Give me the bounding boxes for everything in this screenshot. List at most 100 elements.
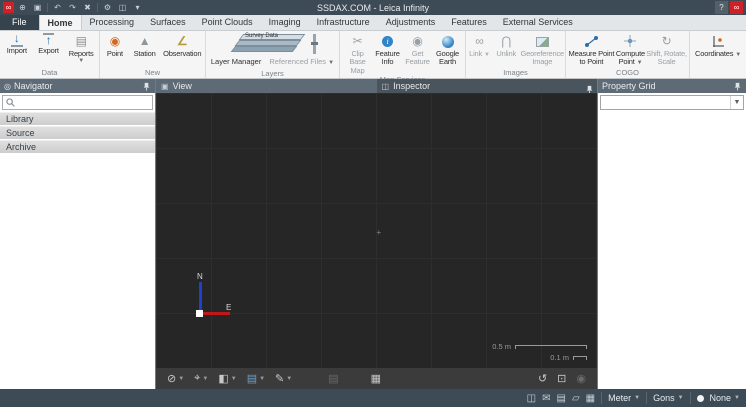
- ribbon-group-data: ↓ Import ↑ Export ▤ Reports ▼ Data: [0, 31, 100, 78]
- referenced-files-button[interactable]: Referenced Files ▼: [269, 56, 334, 69]
- refresh-view-button[interactable]: ↺: [535, 372, 550, 385]
- tab-inspector[interactable]: ◫ Inspector: [377, 79, 598, 93]
- feature-info-button[interactable]: i Feature Info: [373, 32, 403, 75]
- layer-stack-icon[interactable]: Survey Data: [229, 33, 307, 55]
- viewer-panel: ▣ View ◫ Inspector + N E: [156, 79, 598, 389]
- property-grid-header: Property Grid: [598, 79, 746, 93]
- main-area: ◎ Navigator Library Source Archive ▣ Vie…: [0, 79, 746, 389]
- property-selector-combobox[interactable]: ▼: [600, 95, 744, 110]
- style-filter-button[interactable]: ✎▼: [272, 372, 295, 385]
- scale-major-bracket: [515, 345, 587, 349]
- ribbon-group-cogo: Measure Point to Point Compute Point ▼ ↻…: [566, 31, 690, 78]
- grid-status-icon[interactable]: ▦: [586, 393, 595, 404]
- unlink-button[interactable]: ⋂ Unlink: [492, 32, 521, 68]
- messages-icon[interactable]: ✉: [542, 393, 550, 404]
- sidebar-item-archive[interactable]: Archive: [0, 140, 155, 154]
- pin-icon[interactable]: [733, 82, 742, 91]
- tab-view[interactable]: ▣ View: [156, 79, 377, 93]
- snap-settings-button[interactable]: ⊘▼: [164, 372, 187, 385]
- pin-icon[interactable]: [142, 82, 151, 91]
- link-button[interactable]: ∞ Link ▼: [467, 32, 492, 68]
- link-icon: ∞: [475, 33, 483, 50]
- tab-external-services[interactable]: External Services: [495, 14, 581, 30]
- clip-base-map-button[interactable]: ✂ Clip Base Map: [343, 32, 373, 75]
- tab-point-clouds[interactable]: Point Clouds: [194, 14, 261, 30]
- undo-icon[interactable]: ↶: [51, 1, 64, 14]
- help-button[interactable]: ?: [715, 1, 728, 14]
- reports-button[interactable]: ▤ Reports ▼: [64, 32, 98, 68]
- processing-status-icon[interactable]: ◫: [527, 393, 536, 404]
- google-earth-button[interactable]: Google Earth: [433, 32, 463, 75]
- point-button[interactable]: ◉ Point: [101, 32, 129, 68]
- display-icon[interactable]: ▱: [572, 393, 580, 404]
- shift-rotate-scale-button[interactable]: ↻ Shift, Rotate, Scale: [645, 32, 688, 68]
- navigator-header: ◎ Navigator: [0, 79, 155, 93]
- tab-adjustments[interactable]: Adjustments: [378, 14, 444, 30]
- inspector-icon: ◫: [382, 82, 390, 91]
- tab-file[interactable]: File: [0, 14, 39, 30]
- delete-icon[interactable]: ✖: [81, 1, 94, 14]
- grid-icon: ▦: [371, 372, 381, 385]
- station-button[interactable]: ▲ Station: [129, 32, 161, 68]
- property-grid-body: [598, 112, 746, 389]
- layer-manager-button[interactable]: Layer Manager: [211, 56, 261, 69]
- export-button[interactable]: ↑ Export: [33, 32, 65, 68]
- coordinates-button[interactable]: Coordinates ▼: [692, 32, 744, 68]
- compute-point-button[interactable]: Compute Point ▼: [616, 32, 645, 68]
- search-input[interactable]: [18, 98, 149, 108]
- redo-icon[interactable]: ↷: [66, 1, 79, 14]
- map-canvas[interactable]: + N E 0.5 m 0.1 m: [156, 93, 597, 368]
- property-grid-panel: Property Grid ▼: [598, 79, 746, 389]
- leica-logo: ∞: [730, 1, 743, 14]
- group-label-images: Images: [466, 68, 565, 78]
- unlink-icon: ⋂: [501, 33, 511, 50]
- georeference-image-icon: [536, 33, 549, 50]
- view-mode-button[interactable]: ◧▼: [215, 372, 239, 385]
- measure-point-to-point-icon: [584, 33, 599, 50]
- group-label-layers: Layers: [206, 69, 339, 79]
- tab-imaging[interactable]: Imaging: [261, 14, 309, 30]
- grid-toggle-button[interactable]: ▦: [368, 372, 384, 385]
- station-icon: ▲: [139, 33, 151, 50]
- ribbon-group-coordinates: Coordinates ▼: [690, 31, 746, 78]
- layout-icon[interactable]: ◫: [116, 1, 129, 14]
- qat-dropdown-icon[interactable]: ▾: [131, 1, 144, 14]
- chevron-down-icon: ▼: [730, 96, 743, 109]
- import-button[interactable]: ↓ Import: [1, 32, 33, 68]
- ribbon-group-new: ◉ Point ▲ Station ∠ Observation New: [100, 31, 206, 78]
- axis-indicator: N E: [198, 282, 242, 326]
- tab-home[interactable]: Home: [39, 14, 82, 30]
- chevron-down-icon: ▼: [78, 58, 84, 65]
- chevron-down-icon: ▼: [734, 395, 740, 401]
- sidebar-item-source[interactable]: Source: [0, 126, 155, 140]
- new-project-icon[interactable]: ⊕: [16, 1, 29, 14]
- labels-toggle-button[interactable]: ▤: [325, 372, 341, 385]
- sidebar-item-library[interactable]: Library: [0, 112, 155, 126]
- distance-unit-dropdown[interactable]: Meter ▼: [608, 393, 640, 403]
- zoom-extents-button[interactable]: ⊡: [554, 372, 569, 385]
- select-tool-button[interactable]: ⌖▼: [191, 372, 211, 385]
- save-icon[interactable]: ▣: [31, 1, 44, 14]
- reports-icon: ▤: [76, 33, 87, 50]
- chevron-down-icon: ▼: [637, 60, 643, 66]
- divider: [646, 392, 647, 404]
- snapshot-button[interactable]: ◉: [573, 372, 589, 385]
- layer-opacity-slider[interactable]: [313, 34, 316, 54]
- observation-button[interactable]: ∠ Observation: [160, 32, 204, 68]
- app-window: ∞ ⊕ ▣ ↶ ↷ ✖ ⚙ ◫ ▾ SSDAX.COM - Leica Infi…: [0, 0, 746, 407]
- georeference-image-button[interactable]: Georeference Image: [521, 32, 564, 68]
- tab-surfaces[interactable]: Surfaces: [142, 14, 194, 30]
- navigator-panel: ◎ Navigator Library Source Archive: [0, 79, 156, 389]
- reports-status-icon[interactable]: ▤: [556, 393, 565, 404]
- layers-visibility-button[interactable]: ▤▼: [244, 372, 268, 385]
- half-square-icon: ◧: [218, 372, 228, 385]
- slider-knob[interactable]: [311, 42, 318, 45]
- get-feature-button[interactable]: ◉ Get Feature: [403, 32, 433, 75]
- tab-features[interactable]: Features: [443, 14, 495, 30]
- tab-processing[interactable]: Processing: [82, 14, 143, 30]
- angle-unit-dropdown[interactable]: Gons ▼: [653, 393, 683, 403]
- measure-point-to-point-button[interactable]: Measure Point to Point: [567, 32, 616, 68]
- snap-mode-dropdown[interactable]: None ▼: [710, 393, 740, 403]
- settings-icon[interactable]: ⚙: [101, 1, 114, 14]
- tab-infrastructure[interactable]: Infrastructure: [309, 14, 378, 30]
